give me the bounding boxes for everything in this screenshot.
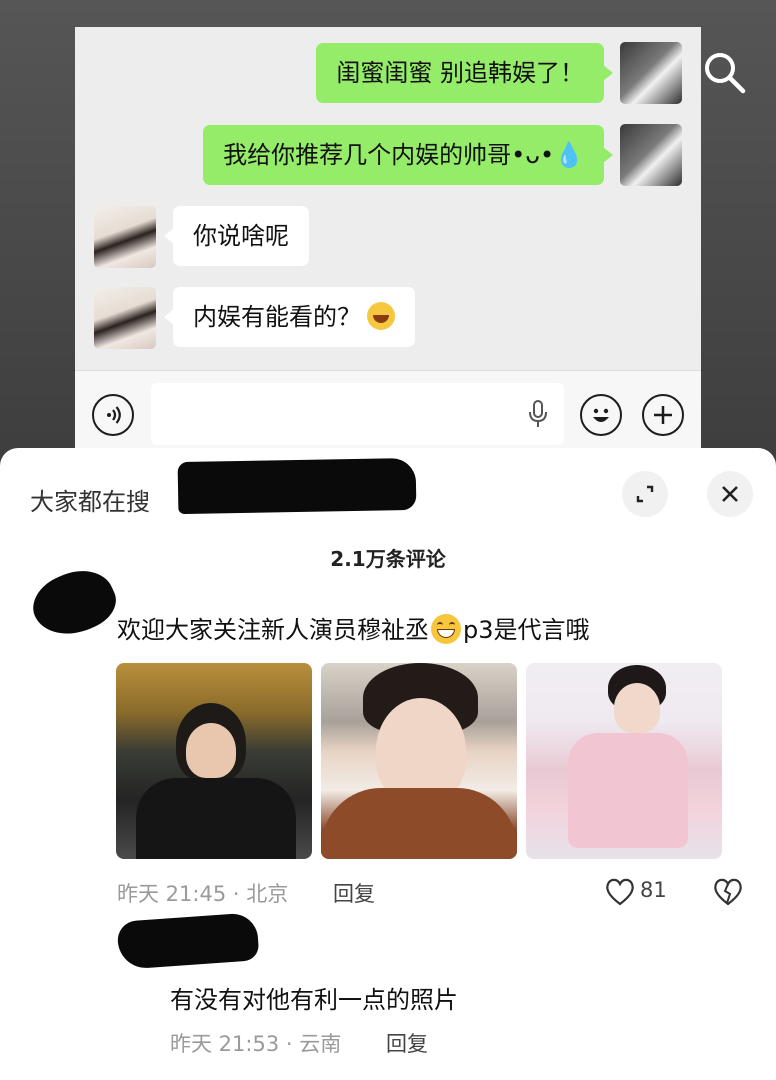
chat-message: 闺蜜闺蜜 别追韩娱了！ — [316, 43, 613, 103]
expand-icon — [636, 485, 654, 503]
comment-photo[interactable] — [116, 663, 312, 859]
chat-screenshot: 闺蜜闺蜜 别追韩娱了！ 我给你推荐几个内娱的帅哥•ᴗ•💧 你说啥呢 内娱有能看的… — [75, 27, 701, 460]
person-face — [614, 683, 660, 733]
comment-time: 昨天 21:53 · 云南 — [170, 1032, 342, 1056]
close-icon — [722, 486, 738, 502]
chat-message-text: 内娱有能看的？ — [193, 303, 361, 331]
chat-message: 内娱有能看的？ — [164, 287, 415, 347]
comment-count: 2.1万条评论 — [330, 547, 446, 571]
person-body — [568, 733, 688, 848]
grin-emoji-icon — [431, 614, 461, 644]
person-face — [186, 723, 236, 778]
heart-icon[interactable] — [604, 877, 636, 907]
comment-text: 有没有对他有利一点的照片 — [170, 986, 458, 1014]
chat-input-bar — [75, 370, 701, 460]
search-icon[interactable] — [700, 48, 748, 96]
person-body — [136, 778, 296, 859]
friend-avatar — [94, 206, 156, 268]
comment-text-part: 欢迎大家关注新人演员穆祉丞 — [117, 616, 429, 644]
comment-time: 昨天 21:45 · 北京 — [117, 882, 289, 906]
chat-message-text: 你说啥呢 — [193, 222, 289, 250]
my-avatar — [620, 42, 682, 104]
friend-avatar — [94, 287, 156, 349]
message-input[interactable] — [151, 383, 564, 445]
broken-heart-icon[interactable] — [712, 877, 744, 907]
laughing-emoji-icon — [367, 302, 395, 330]
mic-icon[interactable] — [528, 400, 548, 428]
redacted-avatar[interactable] — [116, 912, 260, 970]
redacted-search-term — [177, 457, 417, 515]
chat-message: 你说啥呢 — [164, 206, 309, 266]
reply-button[interactable]: 回复 — [333, 878, 375, 908]
comment-text: 欢迎大家关注新人演员穆祉丞 p3是代言哦 — [117, 610, 590, 645]
plus-icon[interactable] — [642, 394, 684, 436]
emoji-icon[interactable] — [580, 394, 622, 436]
like-count: 81 — [640, 878, 667, 902]
close-button[interactable] — [707, 471, 753, 517]
reply-button[interactable]: 回复 — [386, 1028, 428, 1058]
comment-photo[interactable] — [321, 663, 517, 859]
comment-text-part: p3是代言哦 — [463, 616, 590, 644]
chat-message: 我给你推荐几个内娱的帅哥•ᴗ•💧 — [203, 125, 613, 185]
person-body — [321, 788, 517, 859]
search-hint-label[interactable]: 大家都在搜 — [30, 482, 150, 517]
voice-icon[interactable] — [92, 394, 134, 436]
expand-button[interactable] — [622, 471, 668, 517]
my-avatar — [620, 124, 682, 186]
comment-photo[interactable] — [526, 663, 722, 859]
